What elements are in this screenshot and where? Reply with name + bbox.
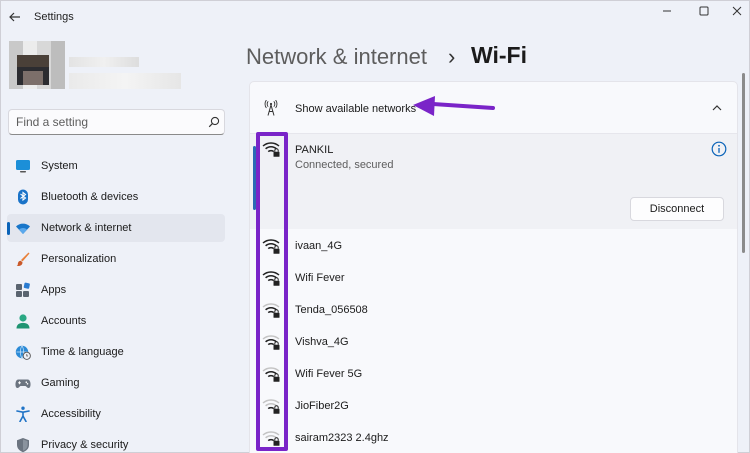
sidebar-item-label: Accessibility	[41, 408, 101, 420]
globe-clock-icon	[15, 345, 31, 360]
available-networks-card: Show available networks PANKIL Connected…	[249, 81, 738, 453]
network-name: Wifi Fever	[295, 272, 345, 284]
title-bar: Settings	[1, 1, 750, 33]
minimize-icon[interactable]	[655, 4, 679, 18]
info-icon[interactable]	[711, 141, 727, 157]
network-row[interactable]: ivaan_4G	[250, 230, 737, 262]
network-name: Tenda_056508	[295, 304, 368, 316]
search-input[interactable]	[16, 114, 196, 130]
sidebar-item-label: Time & language	[41, 346, 124, 358]
wifi-secured-icon	[262, 271, 280, 286]
sidebar-item-privacy-security[interactable]: Privacy & security	[7, 431, 225, 453]
sidebar-item-system[interactable]: System	[7, 152, 225, 180]
wifi-secured-icon	[262, 335, 280, 350]
sidebar-item-accessibility[interactable]: Accessibility	[7, 400, 225, 428]
sidebar-item-label: Bluetooth & devices	[41, 191, 139, 203]
connected-network-name: PANKIL	[295, 144, 334, 156]
profile-name	[69, 57, 139, 67]
brush-icon	[16, 252, 30, 267]
antenna-tower-icon	[264, 100, 278, 116]
network-row[interactable]: Tenda_056508	[250, 294, 737, 326]
network-name: JioFiber2G	[295, 400, 349, 412]
network-name: Wifi Fever 5G	[295, 368, 363, 380]
scrollbar[interactable]	[742, 73, 745, 253]
wifi-secured-icon	[262, 303, 280, 318]
sidebar-item-network[interactable]: Network & internet	[7, 214, 225, 242]
back-arrow-icon[interactable]	[7, 9, 23, 25]
search-box[interactable]	[8, 109, 225, 135]
sidebar-item-gaming[interactable]: Gaming	[7, 369, 225, 397]
sidebar-item-label: Personalization	[41, 253, 117, 265]
sidebar-item-label: Privacy & security	[41, 439, 129, 451]
network-row[interactable]: Wifi Fever	[250, 262, 737, 294]
sidebar-item-time-language[interactable]: Time & language	[7, 338, 225, 366]
network-name: ivaan_4G	[295, 240, 343, 252]
app-title: Settings	[34, 11, 74, 23]
breadcrumb-parent[interactable]: Network & internet	[246, 44, 427, 70]
search-icon[interactable]	[208, 116, 220, 128]
sidebar-item-personalization[interactable]: Personalization	[7, 245, 225, 273]
sidebar-item-label: Accounts	[41, 315, 87, 327]
network-name: Vishva_4G	[295, 336, 349, 348]
shield-icon	[17, 438, 29, 453]
network-row[interactable]: Wifi Fever 5G	[250, 358, 737, 390]
network-name: sairam2323 2.4ghz	[295, 432, 389, 444]
wifi-icon	[16, 223, 30, 234]
sidebar-item-bluetooth[interactable]: Bluetooth & devices	[7, 183, 225, 211]
sidebar-item-apps[interactable]: Apps	[7, 276, 225, 304]
network-row[interactable]: Vishva_4G	[250, 326, 737, 358]
accessibility-icon	[16, 406, 30, 422]
maximize-icon[interactable]	[692, 4, 716, 18]
sidebar-item-accounts[interactable]: Accounts	[7, 307, 225, 335]
wifi-secured-icon	[262, 142, 280, 157]
sidebar-item-label: Apps	[41, 284, 67, 296]
network-row[interactable]: sairam2323 2.4ghz	[250, 422, 737, 453]
close-icon[interactable]	[725, 4, 749, 18]
network-row[interactable]: JioFiber2G	[250, 390, 737, 422]
sidebar-item-label: Network & internet	[41, 222, 132, 234]
page-title: Wi-Fi	[471, 42, 527, 68]
wifi-secured-icon	[262, 399, 280, 414]
wifi-secured-icon	[262, 239, 280, 254]
sidebar-item-label: Gaming	[41, 377, 80, 389]
show-networks-label: Show available networks	[295, 103, 417, 115]
active-indicator	[7, 222, 10, 235]
connection-status: Connected, secured	[295, 159, 394, 171]
breadcrumb-separator: ›	[448, 44, 456, 69]
profile-email	[69, 73, 181, 89]
apps-icon	[16, 282, 30, 297]
show-networks-header[interactable]: Show available networks	[250, 82, 737, 134]
connected-network[interactable]: PANKIL Connected, secured Disconnect	[250, 134, 737, 229]
person-icon	[16, 314, 30, 329]
gamepad-icon	[15, 379, 31, 388]
bluetooth-icon	[18, 189, 28, 205]
sidebar-item-label: System	[41, 160, 78, 172]
avatar[interactable]	[9, 41, 65, 89]
wifi-secured-icon	[262, 367, 280, 382]
disconnect-button[interactable]: Disconnect	[630, 197, 724, 221]
chevron-up-icon[interactable]	[710, 101, 724, 115]
selection-indicator	[253, 146, 256, 210]
monitor-icon	[16, 160, 30, 173]
wifi-secured-icon	[262, 431, 280, 446]
